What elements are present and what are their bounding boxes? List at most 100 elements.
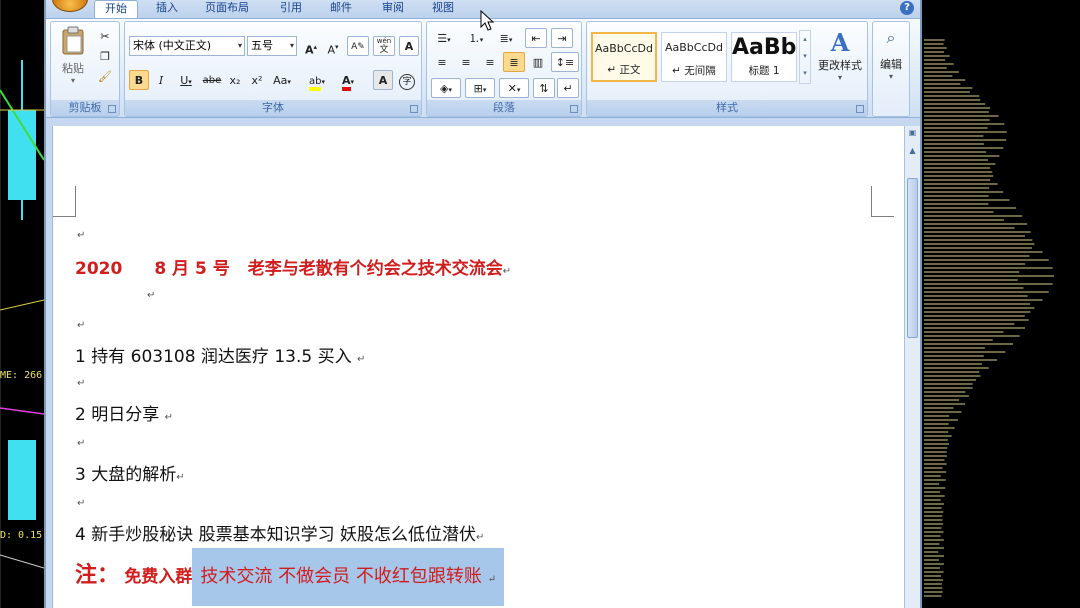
vertical-scrollbar[interactable]: ▣ ▲ xyxy=(904,126,920,608)
show-marks-icon[interactable]: ↵ xyxy=(557,78,579,98)
tab-mailings[interactable]: 邮件 xyxy=(320,0,362,18)
ruler-strip xyxy=(46,118,920,126)
enclose-characters-button[interactable]: 字 xyxy=(397,70,417,90)
copy-icon[interactable]: ❐ xyxy=(95,46,115,66)
document-line-4[interactable]: 4 新手炒股秘诀 股票基本知识学习 妖股怎么低位潜伏↵ xyxy=(75,520,484,545)
change-case-label: Aa xyxy=(273,74,288,87)
cut-icon[interactable]: ✂ xyxy=(95,26,115,46)
paragraph-mark: ↵ xyxy=(487,574,496,585)
char-shading-icon[interactable]: A xyxy=(373,70,393,90)
paragraph-mark: ↵ xyxy=(357,354,366,365)
line-spacing-icon[interactable]: ↕≡ xyxy=(551,52,579,72)
title-year: 2020 xyxy=(75,259,123,279)
paragraph-mark: ↵ xyxy=(77,320,86,331)
font-color-button[interactable]: A▾ xyxy=(335,70,361,91)
enclose-label: 字 xyxy=(399,74,415,90)
format-painter-icon[interactable]: 🖌 xyxy=(95,66,115,86)
editing-button[interactable]: ⌕ 编辑 ▾ xyxy=(875,28,907,98)
scroll-thumb[interactable] xyxy=(907,178,918,338)
tab-references[interactable]: 引用 xyxy=(270,0,312,18)
italic-button[interactable]: I xyxy=(151,70,171,90)
style-name: 标题 1 xyxy=(748,65,780,77)
binoculars-icon: ⌕ xyxy=(886,28,896,47)
highlight-color-button[interactable]: ab▾ xyxy=(303,70,331,91)
bold-button[interactable]: B xyxy=(129,70,149,90)
paragraph-group: ☰▾ ⒈▾ ≣▾ ⇤ ⇥ ≡ ≡ ≡ ≣ ▥ ↕≡ ◈▾ ⊞▾ ✕▾ ⇅ ↵ 段… xyxy=(426,21,582,117)
char-border-icon[interactable]: A xyxy=(399,36,419,56)
font-size-combo[interactable]: 五号 ▾ xyxy=(247,36,297,56)
increase-indent-icon[interactable]: ⇥ xyxy=(551,28,573,48)
font-name-combo[interactable]: 宋体 (中文正文) ▾ xyxy=(129,36,245,56)
styles-launcher-icon[interactable] xyxy=(856,105,864,113)
align-right-icon[interactable]: ≡ xyxy=(479,52,501,72)
word-window: 开始 插入 页面布局 引用 邮件 审阅 视图 ? 粘贴 ▾ ✂ ❐ 🖌 剪贴板 xyxy=(44,0,922,608)
font-color-icon: A xyxy=(341,74,351,91)
document-note-line[interactable]: 注： 免费入群 技术交流 不做会员 不收红包跟转账 ↵ xyxy=(75,546,504,606)
paste-button[interactable]: 粘贴 ▾ xyxy=(57,26,89,85)
help-icon[interactable]: ? xyxy=(900,1,914,15)
paste-icon xyxy=(62,26,84,55)
clear-format-icon[interactable]: A✎ xyxy=(347,36,369,56)
tab-view[interactable]: 视图 xyxy=(422,0,464,18)
style-no-spacing[interactable]: AaBbCcDd ↵ 无间隔 xyxy=(661,32,727,82)
clipboard-group: 粘贴 ▾ ✂ ❐ 🖌 剪贴板 xyxy=(50,21,120,117)
decrease-indent-icon[interactable]: ⇤ xyxy=(525,28,547,48)
styles-scroll-icon[interactable]: ▴ ▾ ▾ xyxy=(799,30,811,84)
align-left-icon[interactable]: ≡ xyxy=(431,52,453,72)
tab-insert[interactable]: 插入 xyxy=(146,0,188,18)
shrink-font-icon[interactable]: A▾ xyxy=(323,36,343,57)
multilevel-list-icon[interactable]: ≣▾ xyxy=(493,28,519,48)
note-highlight-text: 技术交流 不做会员 不收红包跟转账 xyxy=(200,566,482,587)
ruler-toggle-icon[interactable]: ▣ xyxy=(905,126,920,140)
paragraph-mark: ↵ xyxy=(476,532,485,543)
superscript-button[interactable]: x² xyxy=(247,70,267,90)
shading-icon[interactable]: ◈▾ xyxy=(431,78,461,98)
chevron-down-icon: ▾ xyxy=(237,41,242,50)
sort-icon[interactable]: ⇅ xyxy=(533,78,555,98)
title-date: 8 月 5 号 xyxy=(154,259,230,279)
font-launcher-icon[interactable] xyxy=(410,105,418,113)
style-normal[interactable]: AaBbCcDd ↵ 正文 xyxy=(591,32,657,82)
document-line-2[interactable]: 2 明日分享 ↵ xyxy=(75,400,173,425)
chevron-down-icon: ▾ xyxy=(289,41,294,50)
title-text: 老李与老散有个约会之技术交流会 xyxy=(247,259,503,279)
note-free: 免费入群 xyxy=(124,567,193,587)
document-title[interactable]: 2020 8 月 5 号老李与老散有个约会之技术交流会↵ xyxy=(75,254,511,279)
strikethrough-button[interactable]: abe xyxy=(201,70,223,90)
style-sample: AaBbCcDd xyxy=(595,42,653,55)
line-text: 4 新手炒股秘诀 股票基本知识学习 妖股怎么低位潜伏 xyxy=(75,525,477,545)
clipboard-launcher-icon[interactable] xyxy=(108,105,116,113)
document-line-3[interactable]: 3 大盘的解析↵ xyxy=(75,460,185,485)
document-page[interactable]: ↵ 2020 8 月 5 号老李与老散有个约会之技术交流会↵ ↵ ↵ 1 持有 6… xyxy=(52,126,905,608)
style-sample: AaBbCcDd xyxy=(665,41,723,54)
paragraph-mark: ↵ xyxy=(502,266,512,277)
underline-button[interactable]: U▾ xyxy=(173,70,199,90)
change-styles-label: 更改样式 xyxy=(818,59,862,72)
change-styles-button[interactable]: A 更改样式 ▾ xyxy=(815,28,865,88)
phonetic-guide-button[interactable]: wén 文 xyxy=(373,36,395,56)
subscript-button[interactable]: x₂ xyxy=(225,70,245,90)
tab-home[interactable]: 开始 xyxy=(94,0,138,18)
borders-icon[interactable]: ⊞▾ xyxy=(465,78,495,98)
tab-page-layout[interactable]: 页面布局 xyxy=(198,0,256,18)
justify-icon[interactable]: ≣ xyxy=(503,52,525,72)
style-heading-1[interactable]: AaBb 标题 1 xyxy=(731,32,797,82)
chinese-layout-icon[interactable]: ✕▾ xyxy=(499,78,529,98)
editing-label: 编辑 xyxy=(880,58,902,71)
tab-review[interactable]: 审阅 xyxy=(372,0,414,18)
document-line-1[interactable]: 1 持有 603108 润达医疗 13.5 买入 ↵ xyxy=(75,342,365,367)
paragraph-mark: ↵ xyxy=(176,472,185,483)
align-center-icon[interactable]: ≡ xyxy=(455,52,477,72)
distributed-icon[interactable]: ▥ xyxy=(527,52,549,72)
change-case-button[interactable]: Aa▾ xyxy=(269,70,295,90)
chart-readout-top: ME: 266 xyxy=(0,370,43,381)
line-text: 1 持有 603108 润达医疗 13.5 买入 xyxy=(75,347,352,367)
note-highlight: 技术交流 不做会员 不收红包跟转账 ↵ xyxy=(192,548,504,606)
office-button[interactable] xyxy=(52,0,88,12)
grow-font-icon[interactable]: A▴ xyxy=(301,36,321,57)
paragraph-mark: ↵ xyxy=(77,438,86,449)
bullets-icon[interactable]: ☰▾ xyxy=(431,28,457,48)
paste-label: 粘贴 xyxy=(62,62,84,75)
paragraph-launcher-icon[interactable] xyxy=(570,105,578,113)
scroll-up-icon[interactable]: ▲ xyxy=(905,144,920,158)
